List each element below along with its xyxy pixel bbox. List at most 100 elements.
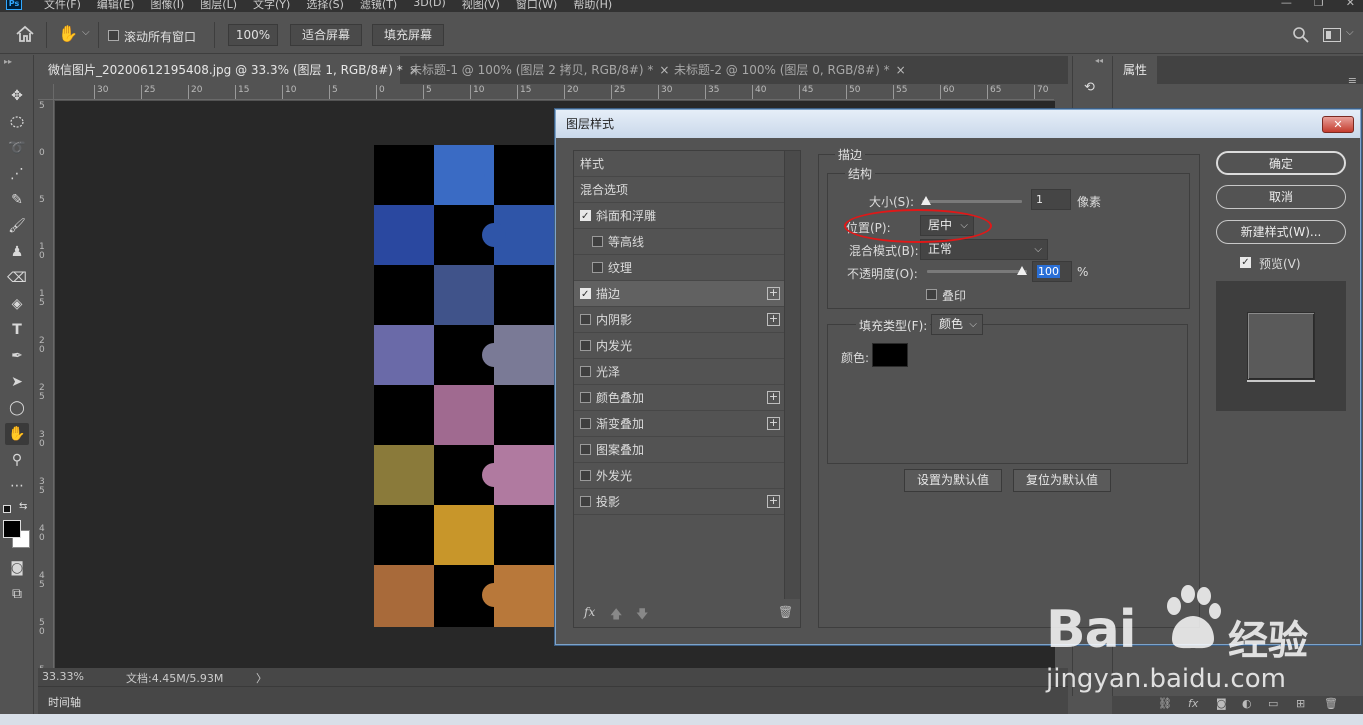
- menu-item[interactable]: 图层(L): [200, 0, 237, 12]
- marquee-tool-icon[interactable]: [5, 111, 29, 133]
- style-row[interactable]: 纹理: [574, 255, 784, 281]
- move-tool-icon[interactable]: ✥: [5, 85, 29, 107]
- opacity-slider-thumb[interactable]: [1017, 266, 1027, 275]
- opacity-input[interactable]: 100: [1032, 261, 1072, 282]
- hand-tool-icon[interactable]: ✋: [58, 24, 78, 46]
- style-row[interactable]: 等高线: [574, 229, 784, 255]
- style-row[interactable]: 混合选项: [574, 177, 784, 203]
- default-colors-icon[interactable]: [3, 505, 11, 513]
- style-row[interactable]: 光泽: [574, 359, 784, 385]
- foreground-color-swatch[interactable]: [3, 520, 21, 538]
- tab-document-2[interactable]: 未标题-1 @ 100% (图层 2 拷贝, RGB/8#) * ×: [400, 56, 669, 84]
- style-row[interactable]: 斜面和浮雕: [574, 203, 784, 230]
- menu-item[interactable]: 视图(V): [462, 0, 500, 12]
- path-select-tool-icon[interactable]: ➤: [5, 371, 29, 393]
- fill-screen-button[interactable]: 填充屏幕: [372, 24, 444, 46]
- more-tools-icon[interactable]: ⋯: [5, 475, 29, 497]
- hand-tool-active-icon[interactable]: ✋: [5, 423, 29, 445]
- style-row[interactable]: 内阴影 +: [574, 307, 784, 333]
- tab-document-1[interactable]: 微信图片_20200612195408.jpg @ 33.3% (图层 1, R…: [38, 56, 419, 84]
- style-checkbox[interactable]: [580, 282, 591, 308]
- preview-checkbox[interactable]: ✓: [1240, 257, 1251, 268]
- menu-item[interactable]: 3D(D): [413, 0, 446, 12]
- style-row[interactable]: 内发光: [574, 333, 784, 359]
- timeline-tab[interactable]: 时间轴: [48, 694, 81, 710]
- size-slider[interactable]: [922, 200, 1022, 203]
- add-effect-icon[interactable]: +: [767, 495, 780, 508]
- set-default-button[interactable]: 设置为默认值: [904, 469, 1002, 492]
- style-checkbox[interactable]: [580, 366, 591, 377]
- dialog-close-button[interactable]: ✕: [1322, 116, 1354, 133]
- stroke-color-swatch[interactable]: [872, 343, 908, 367]
- type-tool-icon[interactable]: T: [5, 319, 29, 341]
- panel-menu-icon[interactable]: ≡: [1348, 74, 1357, 87]
- style-row[interactable]: 颜色叠加 +: [574, 385, 784, 411]
- new-style-button[interactable]: 新建样式(W)...: [1216, 220, 1346, 244]
- screen-mode-icon[interactable]: ⧉: [5, 583, 29, 605]
- delete-effect-icon[interactable]: 🗑: [778, 605, 793, 619]
- move-down-icon[interactable]: 🡇: [636, 605, 648, 626]
- styles-scrollbar[interactable]: [784, 151, 800, 599]
- style-row[interactable]: 渐变叠加 +: [574, 411, 784, 437]
- close-icon[interactable]: ×: [896, 63, 906, 77]
- size-slider-thumb[interactable]: [921, 196, 931, 205]
- style-checkbox[interactable]: [580, 418, 591, 429]
- style-checkbox[interactable]: [592, 236, 603, 247]
- style-checkbox[interactable]: [580, 470, 591, 481]
- brush-tool-icon[interactable]: 🖌: [5, 215, 29, 237]
- menu-item[interactable]: 帮助(H): [573, 0, 612, 12]
- swap-colors-icon[interactable]: ⇆: [19, 501, 27, 512]
- add-effect-icon[interactable]: +: [767, 391, 780, 404]
- properties-tab[interactable]: 属性: [1113, 56, 1158, 84]
- collapse-toolbar-icon[interactable]: ▸▸: [4, 57, 12, 66]
- history-panel-icon[interactable]: ⟲: [1084, 80, 1102, 98]
- add-effect-icon[interactable]: +: [767, 287, 780, 300]
- shape-tool-icon[interactable]: ◯: [5, 397, 29, 419]
- zoom-level[interactable]: 33.33%: [42, 670, 84, 683]
- home-icon[interactable]: [14, 24, 36, 44]
- style-row[interactable]: 样式: [574, 151, 784, 177]
- collapse-panels-icon[interactable]: ◂◂: [1095, 56, 1103, 65]
- stamp-tool-icon[interactable]: ♟: [5, 241, 29, 263]
- style-row[interactable]: 描边 +: [574, 281, 784, 308]
- status-menu-arrow[interactable]: 〉: [256, 670, 267, 686]
- chevron-down-icon[interactable]: ⌵: [82, 27, 90, 38]
- style-row[interactable]: 投影 +: [574, 489, 784, 515]
- search-icon[interactable]: [1292, 26, 1310, 44]
- style-row[interactable]: 外发光: [574, 463, 784, 489]
- scroll-all-checkbox[interactable]: [108, 30, 119, 41]
- dialog-title-bar[interactable]: 图层样式 ✕: [556, 110, 1360, 138]
- opacity-slider[interactable]: [927, 270, 1027, 273]
- fx-menu-icon[interactable]: fx: [584, 605, 595, 619]
- quick-select-tool-icon[interactable]: ⋰: [5, 163, 29, 185]
- menu-item[interactable]: 文件(F): [44, 0, 81, 12]
- pen-tool-icon[interactable]: ✒: [5, 345, 29, 367]
- tab-document-3[interactable]: 未标题-2 @ 100% (图层 0, RGB/8#) * ×: [664, 56, 906, 84]
- move-up-icon[interactable]: 🡅: [610, 605, 622, 626]
- workspace-chevron-icon[interactable]: ⌵: [1346, 27, 1354, 38]
- style-checkbox[interactable]: [580, 340, 591, 351]
- style-checkbox[interactable]: [580, 444, 591, 455]
- minimize-button[interactable]: —: [1281, 0, 1292, 9]
- quick-mask-icon[interactable]: ◙: [5, 557, 29, 579]
- style-row[interactable]: 图案叠加: [574, 437, 784, 463]
- menu-item[interactable]: 图像(I): [150, 0, 184, 12]
- fill-type-dropdown[interactable]: 颜色 ⌵: [931, 314, 983, 335]
- close-window-button[interactable]: ✕: [1346, 0, 1355, 9]
- menu-item[interactable]: 窗口(W): [516, 0, 557, 12]
- menu-item[interactable]: 文字(Y): [253, 0, 290, 12]
- workspace-icon[interactable]: [1323, 28, 1341, 42]
- zoom-tool-icon[interactable]: ⚲: [5, 449, 29, 471]
- eraser-tool-icon[interactable]: ⌫: [5, 267, 29, 289]
- fit-screen-button[interactable]: 适合屏幕: [290, 24, 362, 46]
- cancel-button[interactable]: 取消: [1216, 185, 1346, 209]
- style-checkbox[interactable]: [580, 392, 591, 403]
- zoom-100-button[interactable]: 100%: [228, 24, 278, 46]
- style-checkbox[interactable]: [580, 204, 591, 230]
- style-checkbox[interactable]: [580, 496, 591, 507]
- menu-item[interactable]: 编辑(E): [97, 0, 135, 12]
- restore-button[interactable]: ❐: [1314, 0, 1324, 9]
- paint-bucket-tool-icon[interactable]: ◈: [5, 293, 29, 315]
- eyedropper-tool-icon[interactable]: ✎: [5, 189, 29, 211]
- style-checkbox[interactable]: [592, 262, 603, 273]
